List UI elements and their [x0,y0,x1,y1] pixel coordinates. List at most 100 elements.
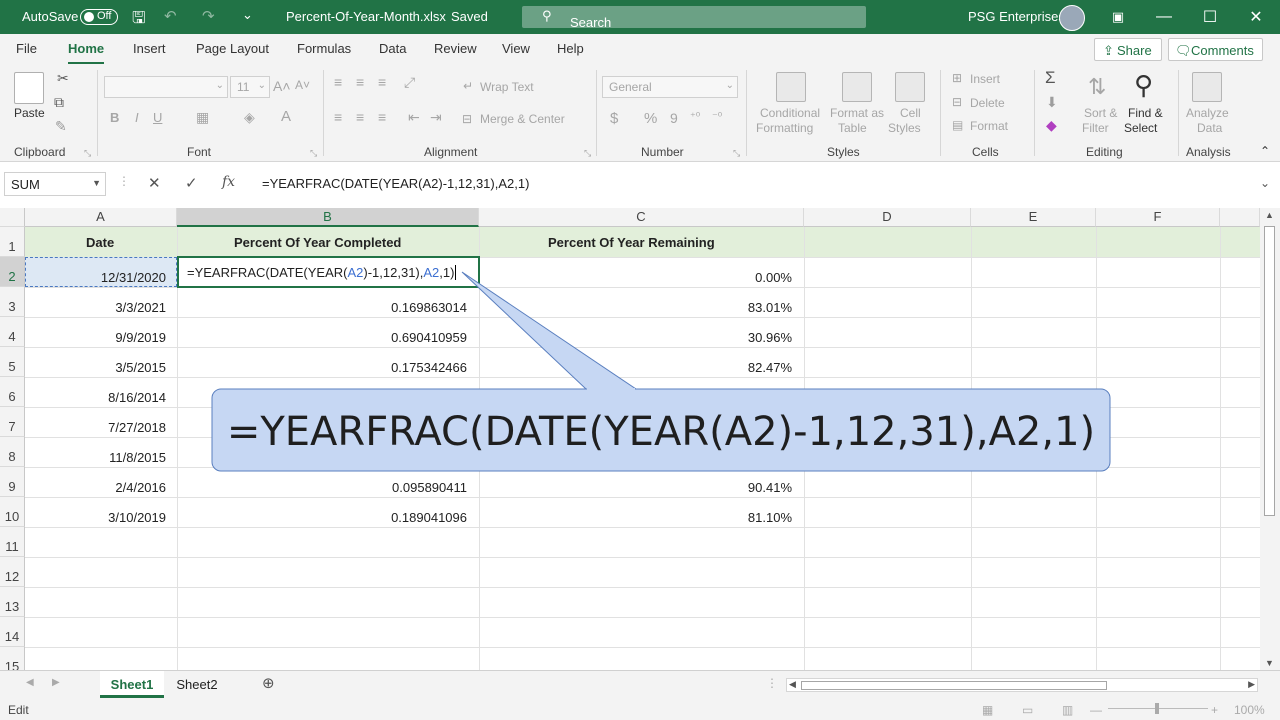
sheet-tab-sheet1[interactable]: Sheet1 [100,671,164,698]
find-select-label-1[interactable]: Find & [1128,106,1163,120]
share-button[interactable]: ⇪ Share [1094,38,1162,61]
avatar[interactable] [1059,5,1085,31]
column-header-e[interactable]: E [971,208,1096,227]
cell-a9[interactable]: 2/4/2016 [115,480,166,495]
sheet-tab-sheet2[interactable]: Sheet2 [170,671,224,698]
row-header-13[interactable]: 13 [0,587,25,617]
expand-formula-bar-icon[interactable]: ⌄ [1260,176,1270,190]
align-bottom-icon[interactable]: ≡ [378,74,386,90]
cell-c10[interactable]: 81.10% [748,510,792,525]
increase-decimal-icon[interactable]: ⁺⁰ [690,110,700,123]
name-box[interactable]: SUM ▼ [4,172,106,196]
scroll-left-icon[interactable]: ◀ [789,679,796,690]
orientation-icon[interactable]: ⤢ [404,74,415,91]
format-as-table-label-1[interactable]: Format as [830,106,884,120]
row-header-6[interactable]: 6 [0,377,25,407]
wrap-text-icon[interactable]: ↵ [463,79,473,93]
column-header-c[interactable]: C [479,208,804,227]
align-left-icon[interactable]: ≡ [334,109,342,125]
analyze-data-label-1[interactable]: Analyze [1186,106,1229,120]
cell-c2[interactable]: 0.00% [755,270,792,285]
decrease-indent-icon[interactable]: ⇤ [408,109,420,126]
worksheet-grid[interactable]: A B C D E F 1 2 3 4 5 6 7 8 9 10 11 12 1… [0,208,1260,670]
comma-button[interactable]: 9 [670,110,678,126]
cell-styles-label-2[interactable]: Styles [888,121,921,135]
row-header-2[interactable]: 2 [0,257,25,287]
align-right-icon[interactable]: ≡ [378,109,386,125]
undo-icon[interactable]: ↶ [164,7,177,25]
autosum-icon[interactable]: Σ [1045,68,1056,88]
font-launcher-icon[interactable]: ⤡ [310,148,317,159]
zoom-slider-thumb[interactable] [1155,703,1159,714]
find-select-label-2[interactable]: Select [1124,121,1157,135]
sort-filter-label-1[interactable]: Sort & [1084,106,1117,120]
cell-a5[interactable]: 3/5/2015 [115,360,166,375]
vertical-scrollbar[interactable]: ▲ ▼ [1260,208,1280,670]
add-sheet-icon[interactable]: ⊕ [262,674,275,692]
align-top-icon[interactable]: ≡ [334,74,342,90]
horizontal-scrollbar[interactable]: ◀ ▶ [786,678,1258,692]
next-sheet-icon[interactable]: ▶ [52,677,60,688]
minimize-button[interactable]: — [1141,0,1187,34]
normal-view-icon[interactable]: ▦ [982,703,993,717]
cell-a10[interactable]: 3/10/2019 [108,510,166,525]
align-center-icon[interactable]: ≡ [356,109,364,125]
formula-input[interactable]: =YEARFRAC(DATE(YEAR(A2)-1,12,31),A2,1) [250,172,1260,196]
prev-sheet-icon[interactable]: ◀ [26,677,34,688]
sort-filter-label-2[interactable]: Filter [1082,121,1109,135]
conditional-formatting-label-2[interactable]: Formatting [756,121,813,135]
row-header-15[interactable]: 15 [0,647,25,670]
cancel-icon[interactable]: ✕ [148,174,161,192]
row-header-5[interactable]: 5 [0,347,25,377]
row-header-10[interactable]: 10 [0,497,25,527]
row-header-9[interactable]: 9 [0,467,25,497]
maximize-button[interactable]: ☐ [1187,0,1233,34]
column-header-g[interactable] [1220,208,1260,227]
tab-data[interactable]: Data [379,41,406,56]
page-layout-view-icon[interactable]: ▭ [1022,703,1033,717]
italic-button[interactable]: I [135,110,139,125]
user-name[interactable]: PSG Enterprises [968,9,1065,24]
cell-a2[interactable]: 12/31/2020 [101,270,166,285]
alignment-launcher-icon[interactable]: ⤡ [584,148,591,159]
cell-c4[interactable]: 30.96% [748,330,792,345]
fill-icon[interactable]: ⬇ [1046,94,1058,111]
cut-icon[interactable]: ✂ [57,70,69,87]
cell-c3[interactable]: 83.01% [748,300,792,315]
collapse-ribbon-icon[interactable]: ⌃ [1260,144,1270,158]
cell-c5[interactable]: 82.47% [748,360,792,375]
font-size-combo[interactable]: 11 ⌄ [230,76,270,98]
decrease-decimal-icon[interactable]: ⁻⁰ [712,110,722,123]
cell-b5[interactable]: 0.175342466 [391,360,467,375]
row-header-8[interactable]: 8 [0,437,25,467]
cell-a3[interactable]: 3/3/2021 [115,300,166,315]
borders-icon[interactable]: ▦ [196,109,209,126]
cell-a6[interactable]: 8/16/2014 [108,390,166,405]
ribbon-display-options-icon[interactable]: ▣ [1095,0,1141,34]
tab-review[interactable]: Review [434,41,477,56]
underline-button[interactable]: U [153,110,162,125]
enter-icon[interactable]: ✓ [185,174,198,192]
cell-styles-label-1[interactable]: Cell [900,106,921,120]
row-header-4[interactable]: 4 [0,317,25,347]
tab-help[interactable]: Help [557,41,584,56]
format-cells-button[interactable]: Format [970,119,1008,133]
row-header-7[interactable]: 7 [0,407,25,437]
horizontal-scroll-thumb[interactable] [801,681,1107,690]
tab-file[interactable]: File [16,41,37,56]
zoom-out-icon[interactable]: — [1090,703,1102,717]
delete-cells-button[interactable]: Delete [970,96,1005,110]
tab-page-layout[interactable]: Page Layout [196,41,269,56]
align-middle-icon[interactable]: ≡ [356,74,364,90]
redo-icon[interactable]: ↷ [202,7,215,25]
tab-formulas[interactable]: Formulas [297,41,351,56]
zoom-level[interactable]: 100% [1234,703,1265,717]
zoom-slider[interactable] [1108,703,1208,714]
percent-button[interactable]: % [644,110,657,127]
tab-view[interactable]: View [502,41,530,56]
scroll-up-icon[interactable]: ▲ [1265,210,1274,220]
column-header-b[interactable]: B [177,208,479,227]
row-header-12[interactable]: 12 [0,557,25,587]
clipboard-launcher-icon[interactable]: ⤡ [84,148,91,159]
wrap-text-button[interactable]: Wrap Text [480,80,534,94]
